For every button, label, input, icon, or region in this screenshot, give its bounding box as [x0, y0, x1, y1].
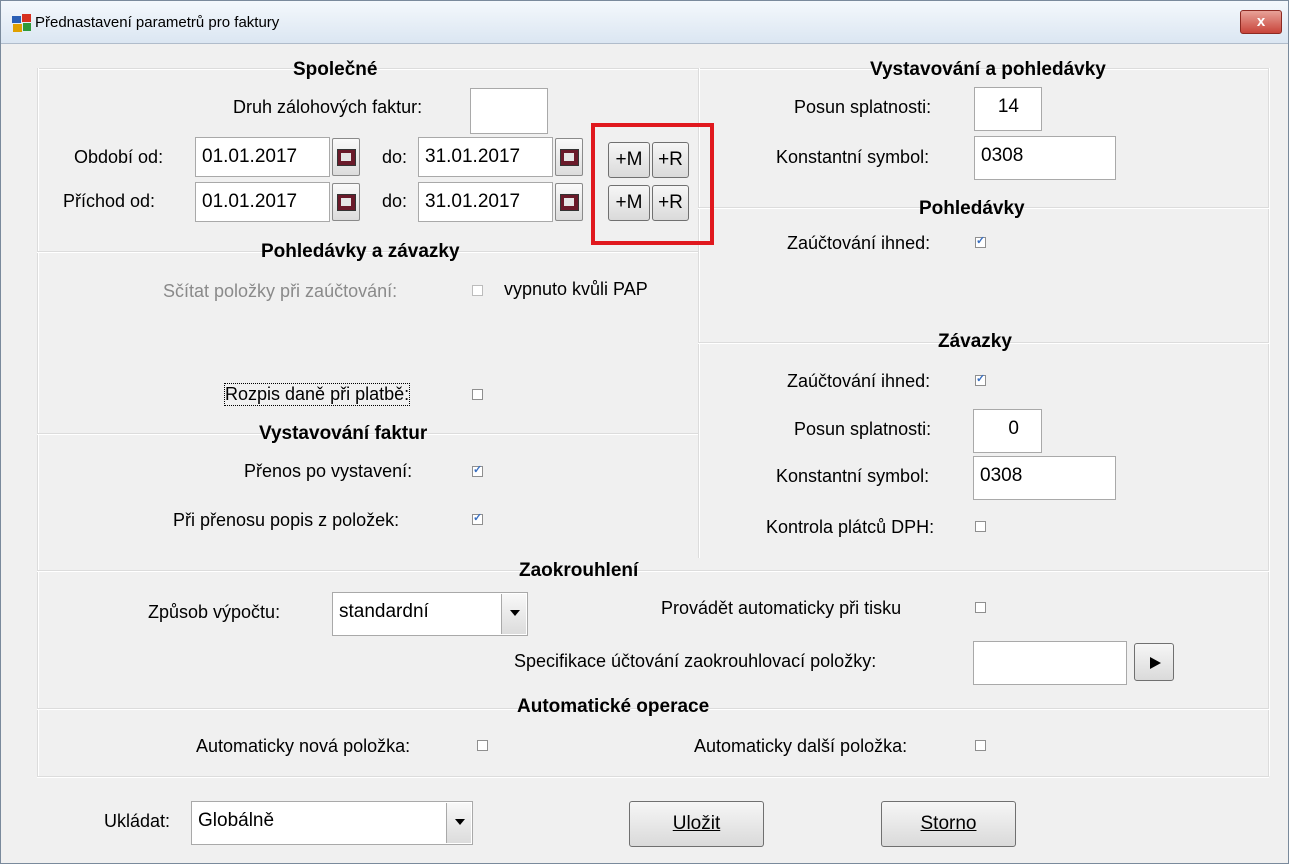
obdobi-od-calendar-button[interactable] — [332, 138, 360, 176]
obdobi-do-label: do: — [382, 147, 408, 167]
frame-bottom — [37, 776, 1269, 778]
posun-splatnosti-input[interactable]: 14 — [974, 87, 1042, 131]
zavazky-ks-label: Konstantní symbol: — [776, 466, 930, 486]
dalsi-polozka-label: Automaticky další položka: — [694, 736, 908, 756]
zavazky-posun-label: Posun splatnosti: — [794, 419, 932, 439]
prichod-od-calendar-button[interactable] — [332, 183, 360, 221]
konstantni-symbol-label: Konstantní symbol: — [776, 147, 930, 167]
section-header-spolecne: Společné — [293, 59, 378, 80]
section-header-pohledavky: Pohledávky — [919, 198, 1025, 219]
ukladat-dropdown[interactable]: Globálně — [191, 801, 473, 845]
kontrola-dph-label: Kontrola plátců DPH: — [766, 517, 935, 537]
save-button[interactable]: Uložit — [629, 801, 764, 847]
pohledavky-zauct-checkbox[interactable] — [975, 234, 986, 248]
section-header-vystavovani-faktur: Vystavování faktur — [259, 423, 428, 444]
scitat-checkbox[interactable] — [472, 285, 483, 296]
obdobi-do-input[interactable]: 31.01.2017 — [418, 137, 553, 177]
app-icon — [12, 14, 31, 32]
zpusob-value: standardní — [339, 601, 429, 622]
section-header-zavazky: Závazky — [938, 331, 1012, 352]
cancel-button-label: Storno — [920, 813, 977, 834]
druh-label: Druh zálohových faktur: — [233, 97, 423, 117]
zavazky-posun-input[interactable]: 0 — [973, 409, 1042, 453]
zpusob-label: Způsob výpočtu: — [148, 602, 281, 622]
kontrola-dph-checkbox[interactable] — [975, 521, 986, 532]
close-icon: x — [1256, 13, 1266, 30]
dialog-window: Přednastavení parametrů pro faktury x Sp… — [0, 0, 1289, 864]
ukladat-value: Globálně — [198, 810, 275, 831]
play-icon — [1150, 657, 1161, 669]
calendar-icon — [337, 194, 356, 211]
pohledavky-zauct-label: Zaúčtování ihned: — [787, 233, 931, 253]
prichod-od-input[interactable]: 01.01.2017 — [195, 182, 330, 222]
section-header-vystavovani-pohledavky: Vystavování a pohledávky — [870, 59, 1106, 80]
ukladat-label: Ukládat: — [104, 811, 171, 831]
zavazky-zauct-label: Zaúčtování ihned: — [787, 371, 931, 391]
nova-polozka-label: Automaticky nová položka: — [196, 736, 411, 756]
frame-right — [1268, 68, 1270, 776]
save-button-label: Uložit — [672, 813, 721, 834]
section-header-pohledavky-zavazky: Pohledávky a závazky — [261, 241, 460, 262]
cancel-button[interactable]: Storno — [881, 801, 1016, 847]
frame-left — [37, 68, 39, 776]
druh-input[interactable] — [470, 88, 548, 134]
calendar-icon — [560, 194, 579, 211]
chevron-down-icon[interactable] — [501, 594, 526, 634]
sep-zaokrouhleni — [37, 570, 1269, 572]
obdobi-od-input[interactable]: 01.01.2017 — [195, 137, 330, 177]
dalsi-polozka-checkbox[interactable] — [975, 740, 986, 751]
section-header-zaokrouhleni: Zaokrouhlení — [519, 560, 639, 581]
popis-checkbox[interactable] — [472, 511, 483, 525]
obdobi-do-calendar-button[interactable] — [555, 138, 583, 176]
provadet-label: Provádět automaticky při tisku — [661, 598, 902, 618]
prichod-do-input[interactable]: 31.01.2017 — [418, 182, 553, 222]
prichod-do-label: do: — [382, 191, 408, 211]
prenos-label: Přenos po vystavení: — [244, 461, 413, 481]
provadet-checkbox[interactable] — [975, 602, 986, 613]
spec-browse-button[interactable] — [1134, 643, 1174, 681]
title-bar: Přednastavení parametrů pro faktury x — [1, 1, 1288, 44]
nova-polozka-checkbox[interactable] — [477, 740, 488, 751]
zpusob-dropdown[interactable]: standardní — [332, 592, 528, 636]
prichod-od-label: Příchod od: — [63, 191, 156, 211]
konstantni-symbol-input[interactable]: 0308 — [974, 136, 1116, 180]
chevron-down-icon[interactable] — [446, 803, 471, 843]
section-header-automaticke: Automatické operace — [517, 696, 710, 717]
scitat-note: vypnuto kvůli PAP — [504, 279, 648, 299]
calendar-icon — [560, 149, 579, 166]
zavazky-ks-input[interactable]: 0308 — [973, 456, 1116, 500]
highlight-box — [591, 123, 714, 245]
prenos-checkbox[interactable] — [472, 463, 483, 477]
calendar-icon — [337, 149, 356, 166]
popis-label: Při přenosu popis z položek: — [173, 510, 400, 530]
rozpis-checkbox[interactable] — [472, 389, 483, 400]
spec-input[interactable] — [973, 641, 1127, 685]
prichod-do-calendar-button[interactable] — [555, 183, 583, 221]
obdobi-od-label: Období od: — [74, 147, 164, 167]
close-button[interactable]: x — [1240, 10, 1282, 34]
window-title: Přednastavení parametrů pro faktury — [35, 14, 280, 31]
spec-label: Specifikace účtování zaokrouhlovací polo… — [514, 651, 877, 671]
posun-splatnosti-label: Posun splatnosti: — [794, 97, 932, 117]
rozpis-label: Rozpis daně při platbě: — [223, 383, 411, 406]
scitat-label: Sčítat položky při zaúčtování: — [163, 281, 398, 301]
zavazky-zauct-checkbox[interactable] — [975, 372, 986, 386]
